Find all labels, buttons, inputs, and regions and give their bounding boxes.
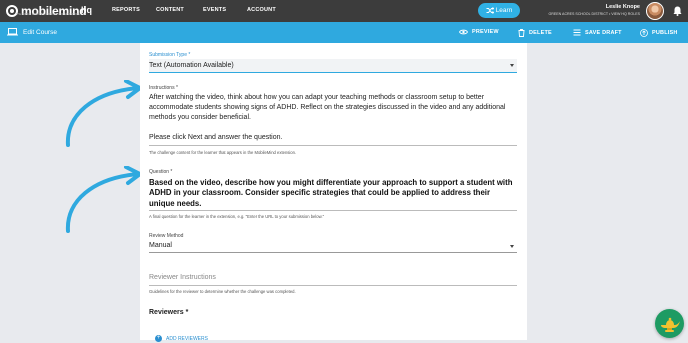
instructions-help: The challenge content for the learner th… [149,150,297,155]
learn-button-label: Learn [495,7,513,14]
reviewer-instructions-help: Guidelines for the reviewer to determine… [149,289,296,294]
question-editor[interactable]: Based on the video, describe how you mig… [149,178,517,209]
save-draft-label: SAVE DRAFT [585,29,622,36]
nav-content[interactable]: CONTENT [156,7,184,13]
eye-icon [459,29,468,35]
review-method-select[interactable]: Manual [149,240,517,253]
nav-reports[interactable]: REPORTS [112,7,140,13]
instructions-label: Instructions * [149,85,178,91]
reviewer-instructions-placeholder: Reviewer Instructions [149,274,216,281]
logo-tagline: THE MOBILE LEARNING COMPANY FOR EDUCATOR… [16,13,80,16]
laptop-icon [7,28,18,36]
add-reviewers-button[interactable]: + ADD REVIEWERS [155,335,208,342]
instructions-text-2: Please click Next and answer the questio… [149,134,283,141]
instructions-text: After watching the video, think about ho… [149,94,506,121]
nav-account[interactable]: ACCOUNT [247,7,276,13]
submission-type-select[interactable]: Text (Automation Available) [149,59,517,73]
edit-form-panel: Submission Type * Text (Automation Avail… [140,43,527,342]
save-draft-button[interactable]: SAVE DRAFT [573,29,622,36]
divider [149,210,517,211]
preview-button[interactable]: PREVIEW [459,29,499,35]
submission-type-value: Text (Automation Available) [149,62,234,69]
avatar[interactable] [646,2,664,20]
user-org[interactable]: GREEN ACRES SCHOOL DISTRICT • VIEW HQ RO… [548,12,640,16]
page-title: Edit Course [23,28,57,36]
learn-button[interactable]: Learn [478,3,520,18]
instructions-editor[interactable]: After watching the video, think about ho… [149,93,517,143]
divider [149,285,517,286]
logo[interactable]: mobilemind [6,3,87,19]
publish-label: PUBLISH [652,30,678,36]
product-label: hq [81,5,92,15]
list-icon [573,29,581,36]
bell-icon[interactable] [673,6,682,16]
delete-label: DELETE [529,30,552,36]
edit-course-title: Edit Course [7,28,57,36]
submission-type-label: Submission Type * [149,52,191,58]
publish-button[interactable]: PUBLISH [640,29,678,37]
chat-widget-button[interactable] [655,309,684,338]
divider [149,145,517,146]
review-method-value: Manual [149,242,172,249]
genie-lamp-icon [661,317,680,332]
question-help: A final question for the learner in the … [149,214,325,219]
reviewer-instructions-input[interactable]: Reviewer Instructions [149,274,517,281]
preview-label: PREVIEW [472,29,499,35]
top-navbar: mobilemind THE MOBILE LEARNING COMPANY F… [0,0,688,22]
user-name: Leslie Knope [605,4,640,10]
question-label: Question * [149,169,173,175]
chevron-down-icon [510,245,514,248]
chevron-down-icon [510,64,514,67]
arrow-icon [65,166,142,233]
review-method-label: Review Method [149,233,184,239]
arrow-icon [65,80,142,147]
question-text: Based on the video, describe how you mig… [149,178,513,208]
trash-icon [518,29,525,37]
delete-button[interactable]: DELETE [518,29,552,37]
nav-events[interactable]: EVENTS [203,7,226,13]
shuffle-icon [486,7,494,14]
upload-icon [640,29,648,37]
add-reviewers-label: ADD REVIEWERS [166,335,208,342]
plus-icon: + [155,335,162,342]
action-bar: Edit Course PREVIEW DELETE SAVE DRAFT PU… [0,22,688,43]
reviewers-heading: Reviewers * [149,309,189,316]
